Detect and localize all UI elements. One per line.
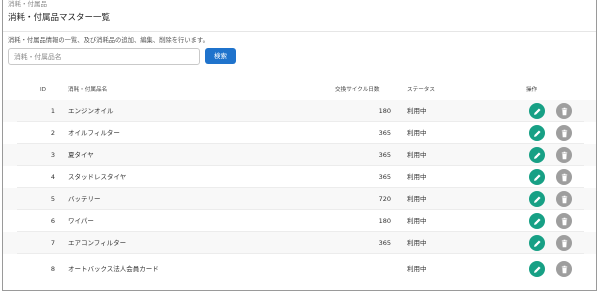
delete-button[interactable]: [556, 103, 572, 119]
pencil-icon: [533, 107, 541, 115]
breadcrumb[interactable]: 消耗・付属品: [8, 0, 47, 8]
delete-button[interactable]: [556, 191, 572, 207]
row-id: 3: [50, 151, 55, 159]
row-status: 利用中: [407, 151, 427, 159]
row-status: 利用中: [407, 217, 427, 225]
row-id: 5: [50, 195, 55, 203]
header-cycle-days: 交換サイクル日数: [335, 87, 380, 93]
row-name: エアコンフィルター: [68, 239, 127, 247]
trash-icon: [561, 265, 567, 273]
title-divider: [3, 31, 596, 32]
row-status: 利用中: [407, 107, 427, 115]
search-input[interactable]: [8, 48, 200, 65]
table-row: 1 エンジンオイル 180 利用中: [3, 100, 596, 122]
row-name: オートバックス法人会員カード: [68, 265, 159, 273]
row-id: 4: [50, 173, 55, 181]
row-name: エンジンオイル: [68, 107, 114, 115]
row-cycle-days: 365: [378, 129, 391, 137]
header-name: 消耗・付属品名: [68, 87, 108, 93]
row-name: オイルフィルター: [68, 129, 120, 137]
row-cycle-days: 365: [378, 173, 391, 181]
pencil-icon: [533, 195, 541, 203]
row-id: 7: [50, 239, 55, 247]
table-row: 7 エアコンフィルター 365 利用中: [3, 232, 596, 254]
delete-button[interactable]: [556, 169, 572, 185]
delete-button[interactable]: [556, 261, 572, 277]
row-name: スタッドレスタイヤ: [68, 173, 127, 181]
trash-icon: [561, 107, 567, 115]
table-row: 4 スタッドレスタイヤ 365 利用中: [3, 166, 596, 188]
header-status: ステータス: [407, 87, 435, 93]
header-id: ID: [40, 87, 46, 93]
row-name: ワイパー: [68, 217, 94, 225]
pencil-icon: [533, 239, 541, 247]
edit-button[interactable]: [529, 125, 545, 141]
trash-icon: [561, 151, 567, 159]
edit-button[interactable]: [529, 191, 545, 207]
edit-button[interactable]: [529, 103, 545, 119]
delete-button[interactable]: [556, 147, 572, 163]
pencil-icon: [533, 151, 541, 159]
row-cycle-days: 720: [378, 195, 391, 203]
edit-button[interactable]: [529, 213, 545, 229]
edit-button[interactable]: [529, 147, 545, 163]
edit-button[interactable]: [529, 235, 545, 251]
search-button[interactable]: 検索: [205, 48, 236, 64]
row-status: 利用中: [407, 173, 427, 181]
delete-button[interactable]: [556, 213, 572, 229]
page-description: 消耗・付属品情報の一覧、及び消耗品の追加、編集、削除を行います。: [8, 37, 209, 44]
row-name: バッテリー: [68, 195, 101, 203]
row-cycle-days: 365: [378, 151, 391, 159]
row-id: 2: [50, 129, 55, 137]
table-row: 6 ワイパー 180 利用中: [3, 210, 596, 232]
row-cycle-days: [333, 258, 391, 280]
row-status: 利用中: [407, 239, 427, 247]
trash-icon: [561, 173, 567, 181]
row-status: 利用中: [407, 195, 427, 203]
app-frame: 消耗・付属品 消耗・付属品マスター一覧 消耗・付属品情報の一覧、及び消耗品の追加…: [2, 0, 597, 291]
row-cycle-days: 180: [378, 217, 391, 225]
row-status: 利用中: [407, 129, 427, 137]
table-row: 8 オートバックス法人会員カード 利用中: [3, 258, 596, 280]
delete-button[interactable]: [556, 125, 572, 141]
header-actions: 操作: [526, 87, 538, 93]
row-cycle-days: 365: [378, 239, 391, 247]
edit-button[interactable]: [529, 261, 545, 277]
row-id: 6: [50, 217, 55, 225]
pencil-icon: [533, 265, 541, 273]
row-cycle-days: 180: [378, 107, 391, 115]
pencil-icon: [533, 217, 541, 225]
table-row: 3 夏タイヤ 365 利用中: [3, 144, 596, 166]
pencil-icon: [533, 173, 541, 181]
trash-icon: [561, 239, 567, 247]
edit-button[interactable]: [529, 169, 545, 185]
page-title: 消耗・付属品マスター一覧: [8, 13, 111, 23]
trash-icon: [561, 129, 567, 137]
row-name: 夏タイヤ: [68, 151, 94, 159]
row-id: 8: [50, 265, 55, 273]
pencil-icon: [533, 129, 541, 137]
trash-icon: [561, 195, 567, 203]
row-id: 1: [50, 107, 55, 115]
row-status: 利用中: [407, 265, 427, 273]
table-row: 5 バッテリー 720 利用中: [3, 188, 596, 210]
table-row: 2 オイルフィルター 365 利用中: [3, 122, 596, 144]
trash-icon: [561, 217, 567, 225]
delete-button[interactable]: [556, 235, 572, 251]
